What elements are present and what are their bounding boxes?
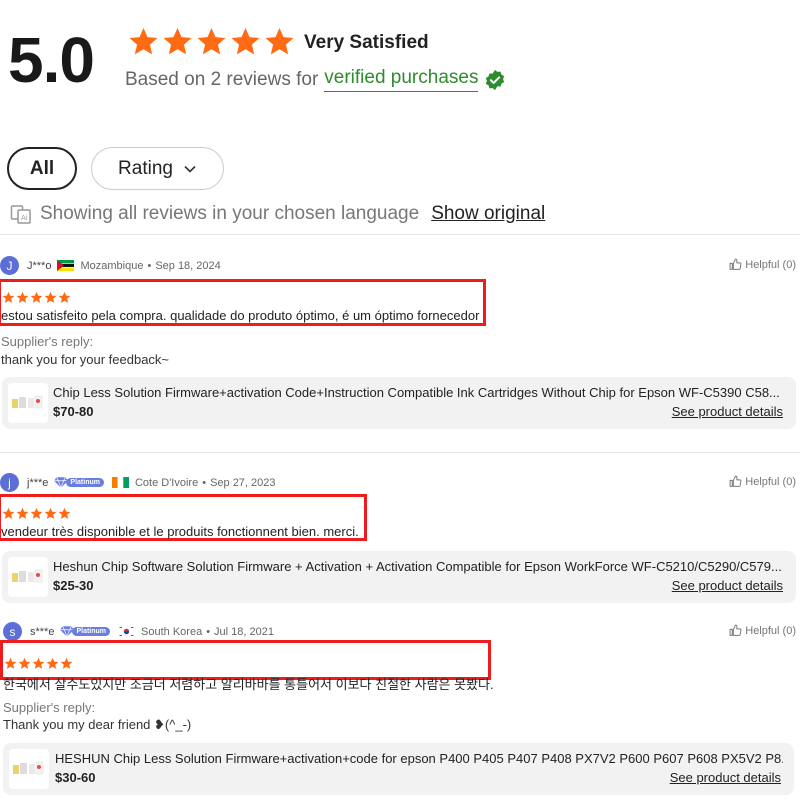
- verified-check-icon: [486, 69, 505, 90]
- star-icon: [32, 657, 45, 670]
- product-price: $70-80: [53, 404, 94, 419]
- helpful-button[interactable]: Helpful (0): [729, 475, 796, 488]
- star-icon: [264, 26, 295, 57]
- helpful-button[interactable]: Helpful (0): [729, 258, 796, 271]
- cote-divoire-flag-icon: [111, 477, 129, 488]
- based-on-text: Based on 2 reviews for: [125, 68, 319, 90]
- product-thumbnail: [9, 749, 49, 789]
- review-stars: [2, 291, 71, 304]
- avatar: j: [0, 473, 19, 492]
- product-card[interactable]: Chip Less Solution Firmware+activation C…: [2, 377, 796, 429]
- divider: [0, 234, 800, 235]
- supplier-reply-text: thank you for your feedback~: [1, 352, 170, 367]
- star-icon: [58, 507, 71, 520]
- star-icon: [16, 507, 29, 520]
- product-name[interactable]: HESHUN Chip Less Solution Firmware+activ…: [55, 751, 783, 766]
- south-korea-flag-icon: [118, 626, 136, 637]
- supplier-reply-label: Supplier's reply:: [1, 334, 94, 349]
- review-filters: All Rating: [7, 147, 224, 190]
- svg-text:Ai: Ai: [21, 214, 28, 222]
- product-card[interactable]: HESHUN Chip Less Solution Firmware+activ…: [3, 743, 794, 795]
- product-name[interactable]: Chip Less Solution Firmware+activation C…: [53, 385, 783, 400]
- see-product-details-link[interactable]: See product details: [672, 578, 783, 593]
- translate-icon: Ai: [10, 205, 31, 224]
- language-notice: Ai Showing all reviews in your chosen la…: [10, 203, 545, 225]
- mozambique-flag-icon: [57, 260, 75, 271]
- avatar: s: [3, 622, 22, 641]
- star-icon: [128, 26, 159, 57]
- star-icon: [30, 291, 43, 304]
- platinum-badge: Platinum: [54, 477, 104, 488]
- reviewer-country: South Korea: [141, 625, 203, 638]
- review-date: Sep 27, 2023: [210, 476, 276, 489]
- thumbs-up-icon: [729, 258, 742, 271]
- filter-rating-dropdown[interactable]: Rating: [91, 147, 224, 190]
- separator-dot: •: [202, 476, 207, 489]
- star-icon: [162, 26, 193, 57]
- review-date: Sep 18, 2024: [155, 259, 221, 272]
- reviewer-name: J***o: [27, 259, 52, 272]
- product-name[interactable]: Heshun Chip Software Solution Firmware +…: [53, 559, 783, 574]
- filter-rating-label: Rating: [118, 157, 173, 179]
- reviewer-country: Cote D'Ivoire: [134, 476, 199, 489]
- filter-all-button[interactable]: All: [7, 147, 77, 190]
- product-price: $30-60: [55, 770, 96, 785]
- divider: [0, 452, 800, 453]
- review-count-line: Based on 2 reviews for verified purchase…: [125, 67, 506, 92]
- helpful-count: Helpful (0): [745, 258, 796, 271]
- helpful-count: Helpful (0): [745, 624, 796, 637]
- thumbs-up-icon: [729, 475, 742, 488]
- star-icon: [44, 291, 57, 304]
- see-product-details-link[interactable]: See product details: [672, 404, 783, 419]
- show-original-link[interactable]: Show original: [431, 203, 545, 225]
- star-icon: [196, 26, 227, 57]
- star-icon: [4, 657, 17, 670]
- star-icon: [2, 291, 15, 304]
- product-price: $25-30: [53, 578, 94, 593]
- separator-dot: •: [206, 625, 211, 638]
- review-header: s s***e Platinum South Korea • Jul 18, 2…: [3, 622, 274, 641]
- average-score: 5.0: [8, 24, 95, 96]
- language-notice-text: Showing all reviews in your chosen langu…: [40, 203, 420, 224]
- star-icon: [60, 657, 73, 670]
- star-icon: [18, 657, 31, 670]
- star-icon: [16, 291, 29, 304]
- thumbs-up-icon: [729, 624, 742, 637]
- review-header: J J***o Mozambique • Sep 18, 2024: [0, 256, 221, 275]
- review-text: estou satisfeito pela compra. qualidade …: [1, 308, 480, 323]
- verified-purchases-link[interactable]: verified purchases: [324, 67, 479, 92]
- supplier-reply-label: Supplier's reply:: [3, 700, 96, 715]
- star-icon: [58, 291, 71, 304]
- avatar: J: [0, 256, 19, 275]
- badge-label: Platinum: [66, 478, 104, 487]
- review-text: vendeur très disponible et le produits f…: [1, 524, 359, 539]
- star-icon: [44, 507, 57, 520]
- product-thumbnail: [8, 557, 48, 597]
- review-header: j j***e Platinum Cote D'Ivoire • Sep 27,…: [0, 473, 276, 492]
- star-icon: [230, 26, 261, 57]
- platinum-badge: Platinum: [60, 626, 111, 637]
- review-text: 한국에서 살수도있지만 조금더 저렴하고 알리바바를 통틀어서 이보다 친절한 …: [3, 677, 494, 692]
- see-product-details-link[interactable]: See product details: [670, 770, 781, 785]
- review-date: Jul 18, 2021: [214, 625, 274, 638]
- reviewer-country: Mozambique: [80, 259, 144, 272]
- star-icon: [46, 657, 59, 670]
- supplier-reply-text: Thank you my dear friend ❥(^_-): [3, 717, 192, 732]
- helpful-button[interactable]: Helpful (0): [729, 624, 796, 637]
- review-stars: [4, 657, 73, 670]
- badge-label: Platinum: [72, 627, 111, 636]
- chevron-down-icon: [184, 165, 196, 173]
- helpful-count: Helpful (0): [745, 475, 796, 488]
- review-stars: [2, 507, 71, 520]
- product-card[interactable]: Heshun Chip Software Solution Firmware +…: [2, 551, 796, 603]
- summary-stars: [128, 26, 295, 57]
- product-thumbnail: [8, 383, 48, 423]
- separator-dot: •: [147, 259, 152, 272]
- reviewer-name: j***e: [27, 476, 49, 489]
- star-icon: [2, 507, 15, 520]
- satisfaction-label: Very Satisfied: [304, 32, 429, 53]
- star-icon: [30, 507, 43, 520]
- reviewer-name: s***e: [30, 625, 55, 638]
